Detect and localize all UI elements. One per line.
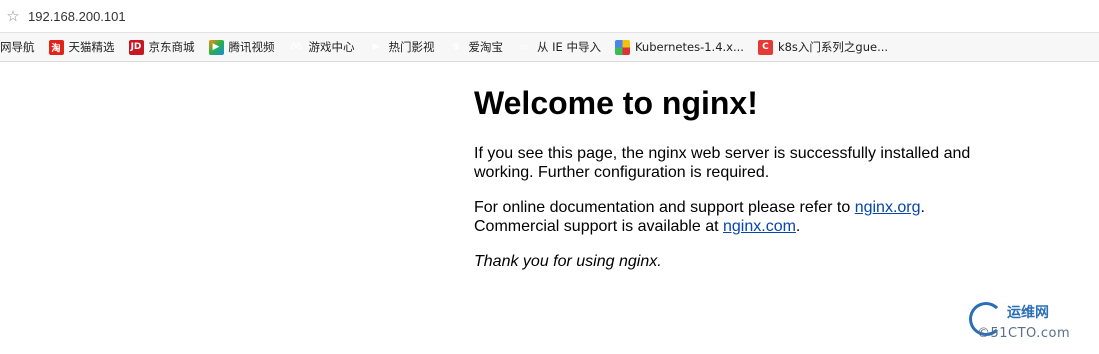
jd-icon: JD <box>128 39 144 55</box>
globe-icon: ⊕ <box>452 42 460 52</box>
thanks-text: Thank you for using nginx. <box>474 253 662 270</box>
folder-icon: ▭ <box>520 42 529 52</box>
page-content: Welcome to nginx! If you see this page, … <box>474 84 994 287</box>
page-title: Welcome to nginx! <box>474 85 758 121</box>
bookmark-tencent-video[interactable]: ▶ 腾讯视频 <box>205 36 279 58</box>
bookmark-aitaobao[interactable]: ⊕ 爱淘宝 <box>445 36 508 58</box>
bookmark-jd[interactable]: JD 京东商城 <box>125 36 199 58</box>
address-bar: ☆ 192.168.200.101 <box>0 0 1099 33</box>
kubernetes-icon <box>614 39 630 55</box>
watermark-title: 运维网 <box>1007 305 1049 321</box>
bookmark-label: k8s入门系列之gue... <box>777 40 889 54</box>
bookmarks-bar: 网导航 淘 天猫精选 JD 京东商城 ▶ 腾讯视频 🎮︎ 游戏中心 ▶ 热门影视… <box>0 33 1099 62</box>
docs-paragraph: For online documentation and support ple… <box>474 198 994 236</box>
bookmark-kubernetes[interactable]: Kubernetes-1.4.x... <box>611 36 748 58</box>
url-field[interactable]: 192.168.200.101 <box>28 9 126 24</box>
watermark: 运维网 ©51CTO.com <box>969 300 1089 350</box>
bookmark-import-ie[interactable]: ▭ 从 IE 中导入 <box>513 36 605 58</box>
bookmark-label: 天猫精选 <box>68 40 115 54</box>
bookmark-label: Kubernetes-1.4.x... <box>634 40 744 54</box>
bookmark-game-center[interactable]: 🎮︎ 游戏中心 <box>285 36 359 58</box>
bookmark-nav[interactable]: 网导航 <box>0 36 39 58</box>
bookmark-label: 腾讯视频 <box>228 40 275 54</box>
commercial-text: Commercial support is available at <box>474 218 723 235</box>
docs-text: For online documentation and support ple… <box>474 199 855 216</box>
bookmark-label: 游戏中心 <box>308 40 355 54</box>
nginx-org-link[interactable]: nginx.org <box>855 199 921 216</box>
gamepad-icon: 🎮︎ <box>290 42 302 52</box>
bookmark-tmall[interactable]: 淘 天猫精选 <box>45 36 119 58</box>
bookmark-label: 爱淘宝 <box>468 40 504 54</box>
thanks-paragraph: Thank you for using nginx. <box>474 252 994 271</box>
bookmark-label: 网导航 <box>0 40 35 54</box>
docs-punct: . <box>920 199 925 216</box>
nginx-com-link[interactable]: nginx.com <box>723 218 796 235</box>
bookmark-label: 从 IE 中导入 <box>537 40 601 54</box>
bookmark-hot-videos[interactable]: ▶ 热门影视 <box>365 36 439 58</box>
star-outline-icon[interactable]: ☆ <box>0 7 26 25</box>
play-icon: ▶ <box>372 42 380 52</box>
watermark-site: ©51CTO.com <box>977 326 1071 341</box>
commercial-punct: . <box>795 218 801 235</box>
intro-paragraph: If you see this page, the nginx web serv… <box>474 145 971 181</box>
csdn-icon: C <box>757 39 773 55</box>
tencent-video-icon: ▶ <box>208 39 224 55</box>
bookmark-label: 热门影视 <box>388 40 435 54</box>
tmall-icon: 淘 <box>48 39 64 55</box>
bookmark-k8s-series[interactable]: C k8s入门系列之gue... <box>754 36 892 58</box>
bookmark-label: 京东商城 <box>148 40 195 54</box>
